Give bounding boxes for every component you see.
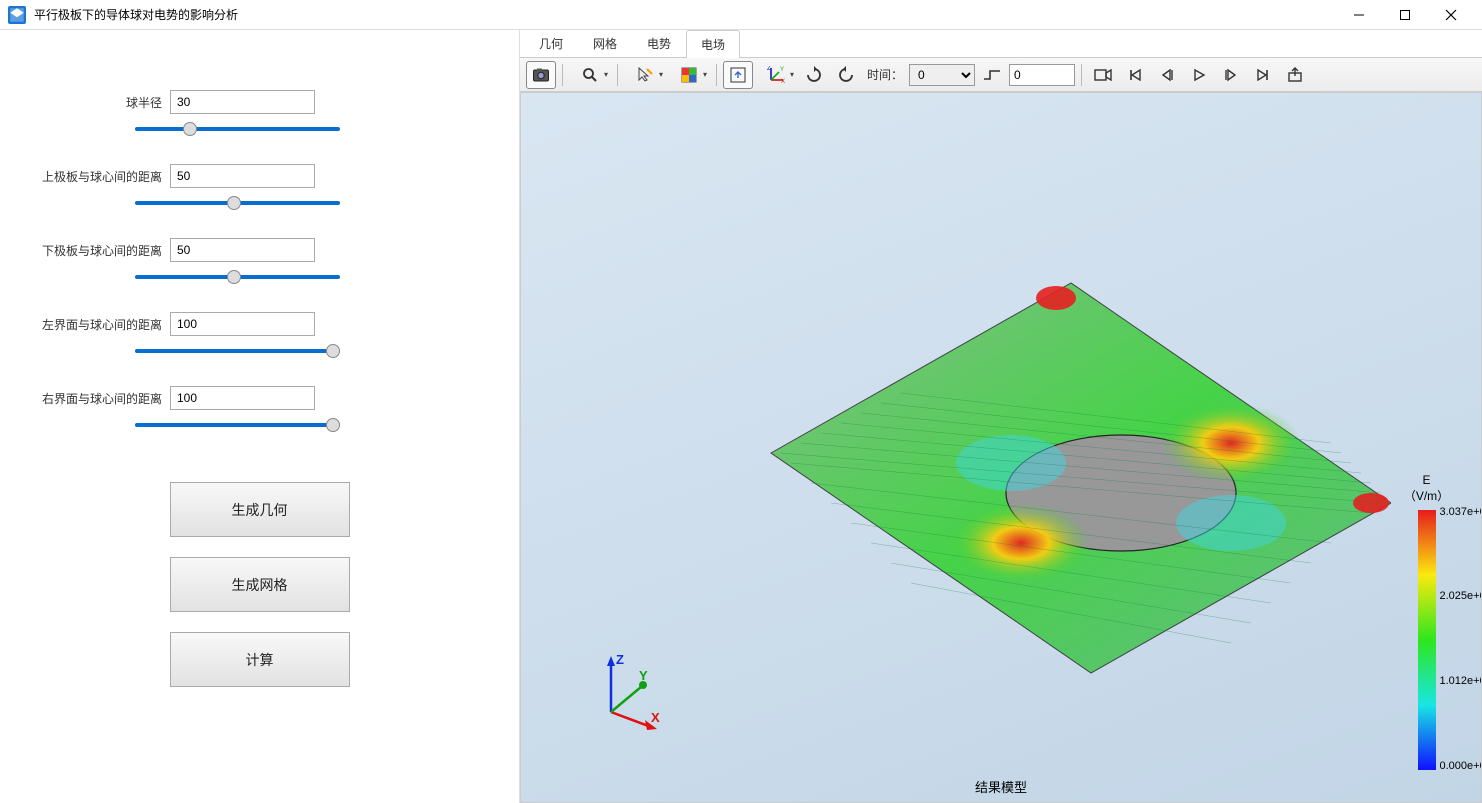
- svg-text:X: X: [651, 710, 660, 725]
- time-label: 时间：: [867, 66, 903, 83]
- param-label-radius: 球半径: [40, 94, 170, 111]
- minimize-button[interactable]: [1336, 0, 1382, 30]
- axis-dropdown[interactable]: ZYX▾: [755, 61, 797, 89]
- last-frame-button[interactable]: [1248, 61, 1278, 89]
- window-title: 平行极板下的导体球对电势的影响分析: [34, 6, 1336, 23]
- titlebar: 平行极板下的导体球对电势的影响分析: [0, 0, 1482, 30]
- result-tabs: 几何 网格 电势 电场: [520, 30, 1482, 58]
- param-input-left[interactable]: [170, 312, 315, 336]
- svg-text:X: X: [781, 79, 785, 84]
- param-slider-radius[interactable]: [135, 127, 340, 131]
- toolbar-separator: [617, 64, 618, 86]
- toolbar-separator: [716, 64, 717, 86]
- toolbar-separator: [1081, 64, 1082, 86]
- legend-tick: 0.000e+00: [1440, 760, 1482, 772]
- param-label-left: 左界面与球心间的距离: [40, 316, 170, 333]
- first-frame-button[interactable]: [1120, 61, 1150, 89]
- param-input-top[interactable]: [170, 164, 315, 188]
- prev-frame-button[interactable]: [1152, 61, 1182, 89]
- export-button[interactable]: [1280, 61, 1310, 89]
- legend-bar: 3.037e+01 2.025e+01 1.012e+01 0.000e+00: [1418, 510, 1436, 770]
- zoom-dropdown[interactable]: ▾: [569, 61, 611, 89]
- viewport-footer-label: 结果模型: [975, 777, 1027, 796]
- next-frame-button[interactable]: [1216, 61, 1246, 89]
- close-button[interactable]: [1428, 0, 1474, 30]
- tab-mesh[interactable]: 网格: [578, 29, 632, 57]
- app-icon: [8, 6, 26, 24]
- param-input-right[interactable]: [170, 386, 315, 410]
- legend-tick: 1.012e+01: [1440, 675, 1482, 687]
- time-select[interactable]: 0: [909, 64, 975, 86]
- generate-geometry-button[interactable]: 生成几何: [170, 482, 350, 537]
- legend-title: E: [1384, 473, 1469, 487]
- generate-mesh-button[interactable]: 生成网格: [170, 557, 350, 612]
- param-slider-top[interactable]: [135, 201, 340, 205]
- param-input-radius[interactable]: [170, 90, 315, 114]
- svg-text:Y: Y: [639, 668, 648, 683]
- step-function-icon[interactable]: [977, 61, 1007, 89]
- field-visualization: [691, 243, 1391, 683]
- tab-field[interactable]: 电场: [686, 30, 740, 58]
- tab-geometry[interactable]: 几何: [524, 29, 578, 57]
- snapshot-button[interactable]: [526, 61, 556, 89]
- tab-potential[interactable]: 电势: [632, 29, 686, 57]
- frame-input[interactable]: [1009, 64, 1075, 86]
- viewport-toolbar: ▾ ▾ ▾ ZYX▾ 时间： 0: [520, 58, 1482, 92]
- svg-text:Z: Z: [616, 652, 624, 667]
- fit-view-button[interactable]: [723, 61, 753, 89]
- rotate-ccw-button[interactable]: [831, 61, 861, 89]
- param-slider-bot[interactable]: [135, 275, 340, 279]
- legend-unit: （V/m）: [1384, 487, 1469, 504]
- param-label-right: 右界面与球心间的距离: [40, 390, 170, 407]
- camera-record-button[interactable]: [1088, 61, 1118, 89]
- maximize-button[interactable]: [1382, 0, 1428, 30]
- param-label-bot: 下极板与球心间的距离: [40, 242, 170, 259]
- param-slider-right[interactable]: [135, 423, 340, 427]
- color-legend: E （V/m） 3.037e+01 2.025e+01 1.012e+01 0.…: [1384, 473, 1469, 770]
- param-label-top: 上极板与球心间的距离: [40, 168, 170, 185]
- select-dropdown[interactable]: ▾: [624, 61, 666, 89]
- play-button[interactable]: [1184, 61, 1214, 89]
- param-input-bot[interactable]: [170, 238, 315, 262]
- 3d-viewport[interactable]: Z X Y E （V/m） 3.037e+01 2.025e+01 1.012e…: [520, 92, 1482, 803]
- legend-tick: 2.025e+01: [1440, 590, 1482, 602]
- sidebar: 球半径 上极板与球心间的距离 下极板与球心间的距离 左界面与球心间的距离 右界面…: [0, 30, 520, 803]
- colormap-dropdown[interactable]: ▾: [668, 61, 710, 89]
- svg-text:Y: Y: [780, 67, 784, 73]
- rotate-cw-button[interactable]: [799, 61, 829, 89]
- legend-tick: 3.037e+01: [1440, 506, 1482, 518]
- compute-button[interactable]: 计算: [170, 632, 350, 687]
- axis-triad: Z X Y: [591, 652, 671, 732]
- param-slider-left[interactable]: [135, 349, 340, 353]
- svg-text:Z: Z: [767, 66, 771, 72]
- toolbar-separator: [562, 64, 563, 86]
